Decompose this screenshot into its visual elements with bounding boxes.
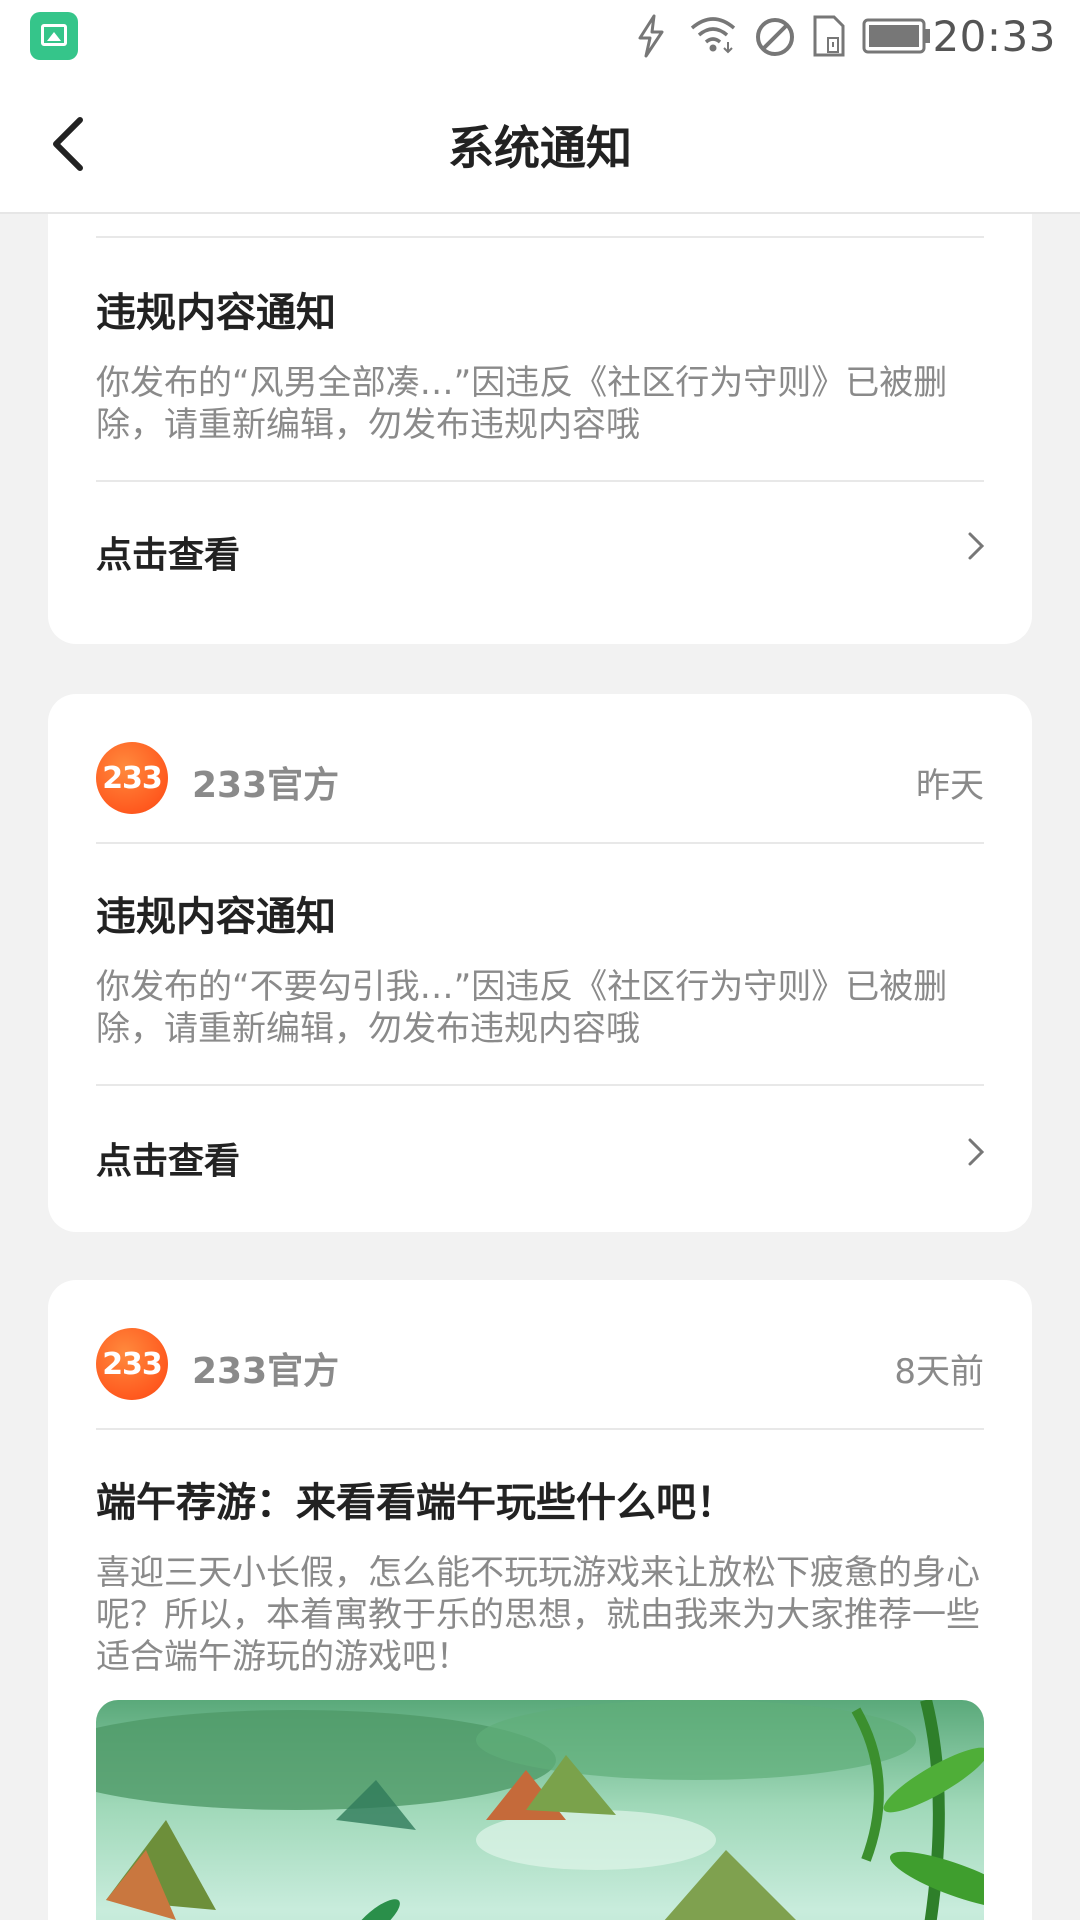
divider: [96, 1428, 984, 1430]
nav-header: 系统通知: [0, 72, 1080, 214]
avatar: 233: [96, 1328, 168, 1400]
sim-card-icon: [813, 15, 845, 57]
avatar: 233: [96, 742, 168, 814]
dragon-boat-festival-illustration: [96, 1700, 984, 1920]
gallery-app-icon: [30, 12, 78, 60]
page-title: 系统通知: [448, 121, 632, 175]
divider: [96, 480, 984, 482]
charging-icon: [638, 14, 664, 58]
status-bar: 20:33: [0, 0, 1080, 72]
notification-body: 你发布的“不要勾引我…”因违反《社区行为守则》已被删除，请重新编辑，勿发布违规内…: [96, 967, 948, 1049]
wifi-icon: [690, 17, 736, 54]
promo-banner-image[interactable]: [96, 1700, 984, 1920]
notification-list[interactable]: 违规内容通知 你发布的“风男全部凑…”因违反《社区行为守则》已被删除，请重新编辑…: [0, 214, 1080, 1920]
notification-card[interactable]: 233 233官方 8天前 端午荐游：来看看端午玩些什么吧！ 喜迎三天小长假，怎…: [48, 1280, 1032, 1920]
view-details-link[interactable]: 点击查看: [96, 1132, 240, 1184]
notification-body: 你发布的“风男全部凑…”因违反《社区行为守则》已被删除，请重新编辑，勿发布违规内…: [96, 363, 948, 445]
notification-body: 喜迎三天小长假，怎么能不玩玩游戏来让放松下疲惫的身心呢？所以，本着寓教于乐的思想…: [96, 1553, 980, 1677]
view-details-link[interactable]: 点击查看: [96, 526, 240, 578]
notification-time: 8天前: [894, 1352, 984, 1392]
status-time: 20:33: [932, 12, 1056, 61]
chevron-right-icon[interactable]: [964, 1136, 988, 1168]
notification-time: 昨天: [916, 766, 984, 806]
notification-card: 违规内容通知 你发布的“风男全部凑…”因违反《社区行为守则》已被删除，请重新编辑…: [48, 214, 1032, 644]
divider: [96, 236, 984, 238]
notification-title: 违规内容通知: [96, 894, 336, 940]
divider: [96, 842, 984, 844]
notification-title: 端午荐游：来看看端午玩些什么吧！: [96, 1480, 736, 1526]
do-not-disturb-icon: [756, 18, 794, 56]
divider: [96, 1084, 984, 1086]
battery-icon: [862, 18, 930, 54]
chevron-right-icon[interactable]: [964, 530, 988, 562]
notification-card: 233 233官方 昨天 违规内容通知 你发布的“不要勾引我…”因违反《社区行为…: [48, 694, 1032, 1232]
sender-name: 233官方: [192, 1351, 340, 1392]
notification-title: 违规内容通知: [96, 290, 336, 336]
sender-name: 233官方: [192, 765, 340, 806]
